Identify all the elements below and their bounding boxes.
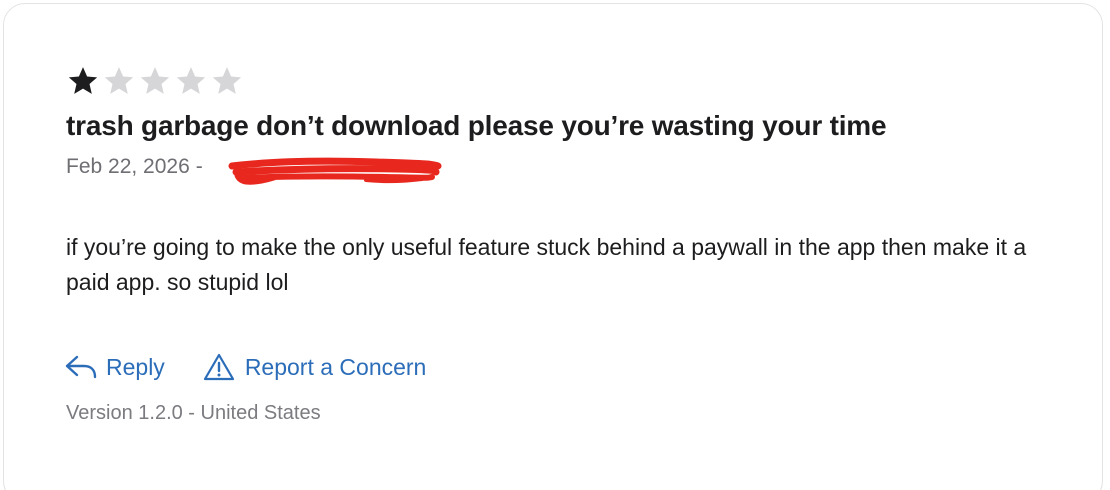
meta-separator: -	[195, 155, 203, 178]
review-card: trash garbage don’t download please you’…	[3, 3, 1103, 490]
warning-triangle-icon	[203, 353, 234, 381]
version-region: Version 1.2.0 - United States	[66, 402, 321, 424]
star-empty-icon	[104, 67, 134, 94]
redacted-username-scribble	[228, 157, 442, 185]
star-empty-icon	[140, 67, 170, 94]
star-empty-icon	[212, 67, 242, 94]
star-empty-icon	[176, 67, 206, 94]
review-actions: Reply Report a Concern	[64, 352, 426, 382]
review-title: trash garbage don’t download please you’…	[66, 110, 887, 141]
reply-label: Reply	[106, 353, 165, 380]
review-date: Feb 22, 2026	[66, 155, 190, 178]
report-concern-label: Report a Concern	[244, 353, 427, 380]
review-body: if you’re going to make the only useful …	[66, 234, 1027, 295]
report-concern-button[interactable]: Report a Concern	[203, 352, 427, 382]
star-filled-icon	[68, 67, 98, 94]
star-rating	[66, 64, 244, 98]
review-meta: Feb 22, 2026 -	[66, 155, 203, 179]
reply-arrow-icon	[65, 355, 97, 379]
reply-button[interactable]: Reply	[64, 353, 165, 381]
